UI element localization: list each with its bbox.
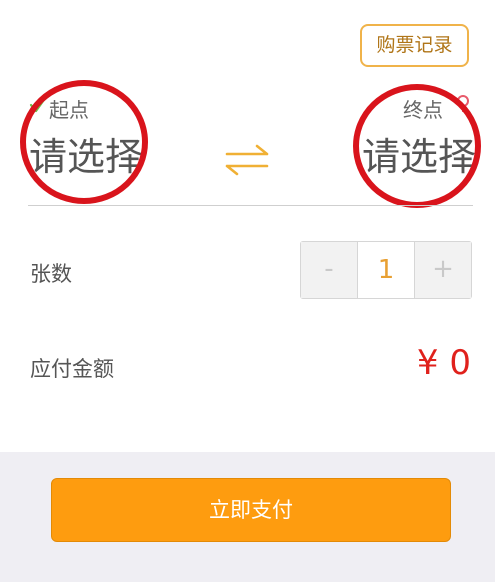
swap-arrows-icon[interactable] bbox=[223, 143, 271, 177]
check-icon bbox=[29, 95, 48, 113]
quantity-stepper: - 1 + bbox=[300, 241, 472, 299]
to-label: 终点 bbox=[403, 98, 443, 122]
amount-due-value: ¥ 0 bbox=[416, 343, 471, 383]
increment-button[interactable]: + bbox=[415, 242, 471, 298]
purchase-history-button[interactable]: 购票记录 bbox=[360, 24, 469, 67]
decrement-button[interactable]: - bbox=[301, 242, 357, 298]
from-label: 起点 bbox=[49, 98, 89, 122]
from-station-select[interactable]: 请选择 bbox=[29, 134, 143, 180]
route-divider bbox=[28, 205, 473, 206]
ticket-count-label: 张数 bbox=[30, 262, 72, 286]
amount-due-label: 应付金额 bbox=[30, 357, 114, 381]
pay-now-button[interactable]: 立即支付 bbox=[51, 478, 451, 542]
quantity-value: 1 bbox=[357, 242, 415, 298]
to-station-select[interactable]: 请选择 bbox=[362, 134, 476, 180]
location-pin-icon bbox=[457, 95, 469, 112]
